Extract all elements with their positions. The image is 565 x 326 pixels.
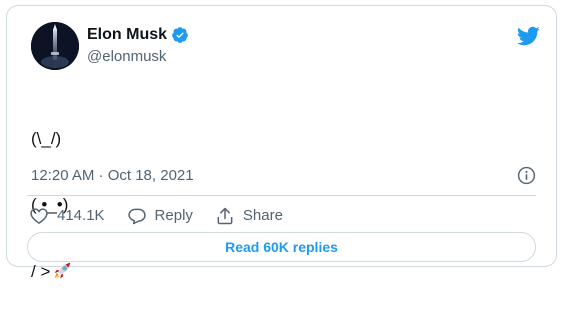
reply-bubble-icon: [127, 208, 146, 225]
heart-icon: [30, 208, 48, 224]
read-replies-button[interactable]: Read 60K replies: [27, 232, 536, 262]
tweet-line-3: / >: [31, 260, 73, 282]
author-name[interactable]: Elon Musk: [87, 25, 167, 45]
tweet-card: Elon Musk @elonmusk (\_/) ( •_•) / > 12:…: [6, 5, 557, 281]
twitter-bird-icon[interactable]: [516, 24, 540, 48]
tweet-line-3-text: / >: [31, 262, 51, 281]
avatar[interactable]: [31, 22, 79, 70]
tweet-line-1: (\_/): [31, 129, 62, 148]
avatar-rocket-image: [31, 22, 79, 70]
like-count: 414.1K: [57, 207, 105, 224]
share-icon: [217, 207, 233, 225]
verified-badge-icon: [172, 27, 188, 43]
share-button[interactable]: Share: [215, 206, 283, 226]
reply-label: Reply: [154, 207, 193, 224]
info-icon[interactable]: [517, 166, 536, 185]
author-name-row: Elon Musk: [87, 25, 189, 45]
tweet-actions: 414.1K Reply Share: [29, 205, 305, 227]
read-replies-label: Read 60K replies: [225, 239, 338, 255]
author-block: Elon Musk @elonmusk: [87, 25, 189, 67]
divider: [27, 195, 536, 196]
author-handle[interactable]: @elonmusk: [87, 47, 189, 67]
like-button[interactable]: 414.1K: [29, 206, 105, 226]
share-label: Share: [242, 207, 283, 224]
tweet-timestamp[interactable]: 12:20 AM · Oct 18, 2021: [31, 166, 194, 186]
reply-button[interactable]: Reply: [127, 206, 193, 226]
rocket-icon: [55, 262, 71, 280]
